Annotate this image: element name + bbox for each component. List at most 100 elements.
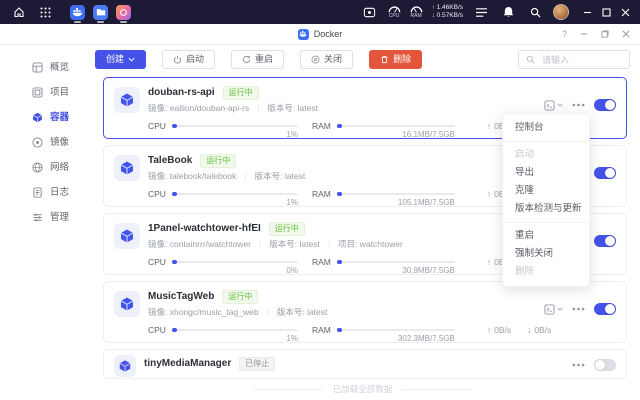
power-toggle[interactable] (594, 167, 616, 179)
menu-item-export[interactable]: 导出 (503, 164, 589, 182)
files-app-icon[interactable] (93, 4, 108, 23)
sidebar-item-management[interactable]: 管理 (0, 205, 85, 230)
console-icon[interactable] (544, 99, 563, 111)
taskbar-maximize-icon[interactable] (601, 7, 611, 17)
status-badge: 运行中 (222, 86, 259, 100)
sidebar-item-networks[interactable]: 网络 (0, 155, 85, 180)
search-input[interactable] (540, 53, 622, 66)
cpu-stat: CPU 1% (148, 120, 298, 139)
home-icon[interactable] (10, 3, 28, 21)
manage-icon (32, 212, 43, 223)
container-name: TaleBook (148, 155, 193, 166)
window-minimize-icon[interactable] (580, 30, 588, 38)
cpu-stat: CPU 1% (148, 324, 298, 343)
delete-button[interactable]: 删除 (369, 50, 423, 69)
app-launcher-icon[interactable] (36, 3, 54, 21)
taskbar-close-icon[interactable] (620, 7, 630, 17)
sidebar-item-logs[interactable]: 日志 (0, 180, 85, 205)
menu-item-force-stop[interactable]: 强制关闭 (503, 245, 589, 263)
ram-value: 302.3MB/7.5GB (397, 333, 455, 343)
cpu-gauge-icon[interactable]: CPU (388, 5, 401, 19)
window-title: Docker (313, 29, 343, 39)
sidebar-item-images[interactable]: 镜像 (0, 130, 85, 155)
ram-gauge-label: RAM (410, 13, 422, 19)
power-toggle[interactable] (594, 359, 616, 371)
photos-app-icon[interactable] (116, 4, 131, 23)
image-info: 镜像: containrrr/watchtower (148, 239, 252, 249)
system-taskbar: CPU RAM ↑ 1.46KB/s ↓ 0.57KB/s (0, 0, 640, 24)
menu-item-restart[interactable]: 重启 (503, 227, 589, 245)
version-info: 版本号: latest (269, 239, 320, 249)
stop-button[interactable]: 关闭 (300, 50, 354, 69)
container-context-menu: 控制台 启动 导出 克隆 版本检测与更新 重启 强制关闭 删除 (502, 113, 590, 287)
container-cube-icon (114, 291, 140, 317)
docker-app-icon[interactable] (70, 4, 85, 23)
docker-window: Docker ? 概览 项目 容器 镜像 网络 日志 管理 创建 启动 重启 关… (0, 24, 640, 400)
task-list-icon[interactable] (472, 3, 490, 21)
sidebar-label: 日志 (50, 186, 70, 198)
search-icon[interactable] (526, 3, 544, 21)
ram-stat: RAM 302.3MB/7.5GB (311, 324, 455, 343)
up-arrow-icon: ↑ (486, 188, 492, 199)
search-input-icon (526, 55, 535, 64)
close-circle-icon (311, 55, 320, 64)
window-close-icon[interactable] (622, 30, 630, 38)
ram-gauge-icon[interactable]: RAM (410, 5, 423, 19)
sidebar-item-projects[interactable]: 项目 (0, 80, 85, 105)
power-toggle[interactable] (594, 99, 616, 111)
cpu-bar (171, 327, 298, 332)
divider-line (252, 388, 323, 390)
console-icon[interactable] (544, 303, 563, 315)
cpu-value: 1% (286, 197, 298, 207)
divider-line (402, 388, 473, 390)
chevron-down-icon (557, 103, 563, 107)
ram-stat: RAM 16.1MB/7.5GB (311, 120, 455, 139)
version-info: 版本号: latest (254, 171, 306, 181)
divider: | (257, 103, 260, 113)
container-cube-icon (114, 155, 140, 181)
log-icon (32, 187, 43, 198)
more-actions-icon[interactable] (572, 363, 585, 367)
container-cube-icon (114, 355, 136, 377)
toolbar: 创建 启动 重启 关闭 删除 请输入 (95, 50, 630, 69)
power-toggle[interactable] (594, 235, 616, 247)
create-button[interactable]: 创建 (95, 50, 147, 69)
create-label: 创建 (106, 54, 125, 64)
ram-bar (336, 123, 455, 128)
refresh-icon (242, 55, 251, 64)
power-toggle[interactable] (594, 303, 616, 315)
net-upload: ↑ 1.46KB/s (431, 4, 463, 11)
search-box[interactable] (518, 50, 630, 69)
menu-item-console[interactable]: 控制台 (503, 119, 589, 137)
up-arrow-icon: ↑ (486, 324, 492, 335)
more-actions-icon[interactable] (572, 307, 585, 311)
help-button[interactable]: ? (562, 29, 567, 39)
container-card-musictagweb[interactable]: MusicTagWeb 运行中 镜像: xhongc/music_tag_web… (103, 281, 627, 343)
sidebar-label: 网络 (50, 161, 70, 173)
status-badge: 运行中 (222, 290, 259, 304)
cpu-stat: CPU 0% (148, 256, 298, 275)
net-download: ↓ 0.57KB/s (431, 12, 463, 19)
menu-item-version-check[interactable]: 版本检测与更新 (503, 200, 589, 218)
upload-stat: ↑0B/s (486, 324, 512, 335)
trash-icon (380, 55, 389, 64)
sidebar-item-containers[interactable]: 容器 (0, 105, 85, 130)
cpu-stat: CPU 1% (148, 188, 298, 207)
window-restore-icon[interactable] (601, 30, 609, 38)
ram-value: 16.1MB/7.5GB (402, 129, 455, 139)
restart-button[interactable]: 重启 (231, 50, 285, 69)
container-name: MusicTagWeb (148, 291, 215, 302)
sidebar-item-overview[interactable]: 概览 (0, 55, 85, 80)
start-button[interactable]: 启动 (162, 50, 216, 69)
container-card-tinymediamanager[interactable]: tinyMediaManager 已停止 (103, 349, 627, 379)
user-avatar[interactable] (553, 4, 569, 20)
sidebar-label: 项目 (50, 86, 70, 98)
notification-bell-icon[interactable] (499, 3, 517, 21)
screenshot-tool-icon[interactable] (361, 3, 379, 21)
overview-icon (32, 62, 43, 73)
more-actions-icon[interactable] (572, 103, 585, 107)
container-cube-icon (114, 87, 140, 113)
menu-item-clone[interactable]: 克隆 (503, 182, 589, 200)
taskbar-minimize-icon[interactable] (582, 7, 592, 17)
status-badge: 已停止 (239, 357, 276, 371)
